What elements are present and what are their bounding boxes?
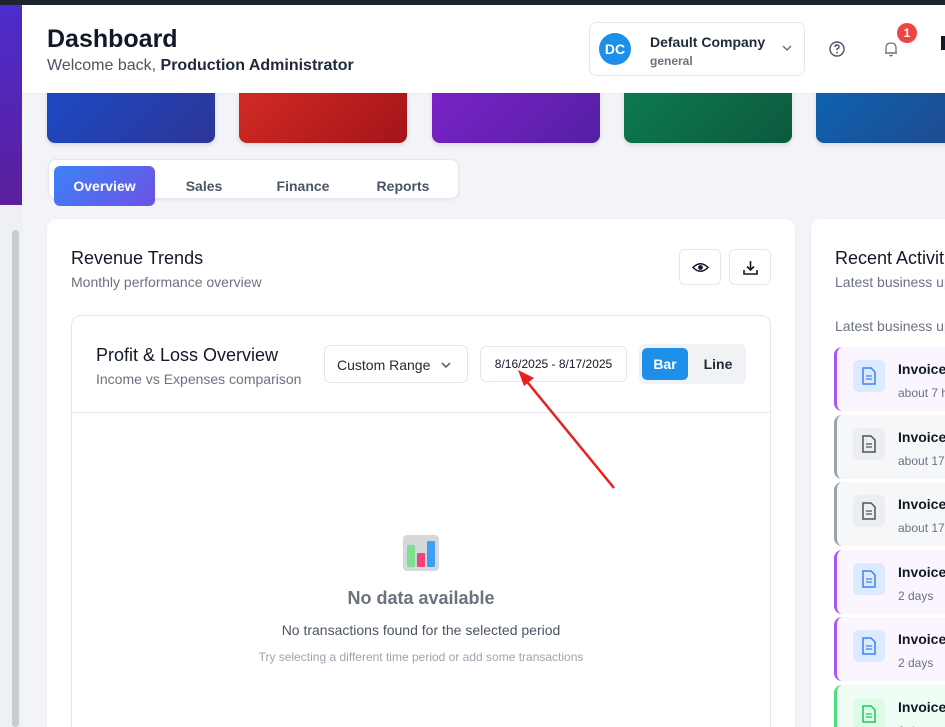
header-truncated-element xyxy=(941,36,945,50)
activity-time: 2 days xyxy=(898,656,934,670)
company-avatar: DC xyxy=(599,33,631,65)
eye-icon xyxy=(692,263,709,272)
tab-reports[interactable]: Reports xyxy=(367,166,439,206)
activity-title: Invoice xyxy=(898,429,945,445)
bell-icon[interactable] xyxy=(882,40,900,58)
range-select[interactable]: Custom Range xyxy=(324,345,468,383)
activity-time: about 17 xyxy=(898,454,945,468)
activity-title: Invoice xyxy=(898,496,945,512)
help-icon[interactable] xyxy=(828,40,846,58)
dashboard-tabs: Overview Sales Finance Reports xyxy=(48,159,459,206)
document-icon xyxy=(853,428,885,460)
activities-title: Recent Activiti xyxy=(835,248,945,268)
activity-title: Invoice xyxy=(898,699,945,715)
user-name: Production Administrator xyxy=(160,57,354,74)
activity-item[interactable]: Invoice2 days xyxy=(834,685,945,727)
company-switcher[interactable]: DC Default Company general xyxy=(589,22,805,76)
revenue-title: Revenue Trends xyxy=(71,248,204,268)
activity-item[interactable]: Invoice 2 days xyxy=(834,550,945,614)
pl-title: Profit & Loss Overview xyxy=(96,345,279,365)
notification-badge: 1 xyxy=(897,23,917,43)
activity-title: Invoice xyxy=(898,631,945,647)
activity-item[interactable]: Invoice about 7 h xyxy=(834,347,945,411)
welcome-text: Welcome back, Production Administrator xyxy=(47,57,354,74)
activity-time: 2 days xyxy=(898,589,934,603)
chevron-down-icon xyxy=(441,362,451,369)
page-title: Dashboard xyxy=(47,25,178,53)
document-icon xyxy=(853,495,885,527)
empty-state-hint: Try selecting a different time period or… xyxy=(258,650,584,664)
tab-finance[interactable]: Finance xyxy=(267,166,339,206)
activity-item[interactable]: Invoice 2 days xyxy=(834,617,945,681)
document-icon xyxy=(853,360,885,392)
activities-subtitle: Latest business up xyxy=(835,274,945,290)
divider xyxy=(72,412,770,413)
empty-state-title: No data available xyxy=(347,588,495,608)
download-button[interactable] xyxy=(729,249,771,285)
view-button[interactable] xyxy=(679,249,721,285)
stat-card[interactable] xyxy=(816,92,945,143)
activity-item[interactable]: Invoice about 17 xyxy=(834,415,945,479)
revenue-card: Revenue Trends Monthly performance overv… xyxy=(47,219,795,727)
stat-card[interactable] xyxy=(47,92,215,143)
activity-time: about 17 xyxy=(898,521,945,535)
document-icon xyxy=(853,630,885,662)
tab-sales[interactable]: Sales xyxy=(169,166,239,206)
toggle-bar-button[interactable]: Bar xyxy=(642,348,688,380)
header: Dashboard Welcome back, Production Admin… xyxy=(22,5,945,93)
company-subtitle: general xyxy=(650,54,693,68)
empty-state-message: No transactions found for the selected p… xyxy=(281,622,561,638)
activity-title: Invoice xyxy=(898,564,945,580)
chevron-down-icon xyxy=(782,45,792,52)
document-icon xyxy=(853,563,885,595)
stat-card[interactable] xyxy=(624,92,792,143)
range-select-value: Custom Range xyxy=(337,357,431,373)
sidebar-scrollbar[interactable] xyxy=(12,230,19,727)
bar-chart-icon xyxy=(403,535,439,571)
activity-time: about 7 h xyxy=(898,386,945,400)
chart-type-toggle: Bar Line xyxy=(639,344,746,384)
sidebar-brand-area xyxy=(0,5,22,205)
toggle-line-button[interactable]: Line xyxy=(696,348,740,380)
recent-activities-card: Recent Activiti Latest business up Lates… xyxy=(811,219,945,727)
download-icon xyxy=(743,261,758,275)
company-name: Default Company xyxy=(650,34,766,50)
profit-loss-card: Profit & Loss Overview Income vs Expense… xyxy=(71,315,771,727)
stat-card[interactable] xyxy=(239,92,407,143)
annotation-arrow-icon xyxy=(518,370,615,489)
document-icon xyxy=(853,698,885,727)
tab-overview[interactable]: Overview xyxy=(54,166,155,206)
revenue-subtitle: Monthly performance overview xyxy=(71,274,262,290)
activity-item[interactable]: Invoice about 17 xyxy=(834,482,945,546)
activities-subtitle-secondary: Latest business up xyxy=(835,318,945,334)
stat-card[interactable] xyxy=(432,92,600,143)
pl-subtitle: Income vs Expenses comparison xyxy=(96,371,302,387)
activity-title: Invoice xyxy=(898,361,945,377)
